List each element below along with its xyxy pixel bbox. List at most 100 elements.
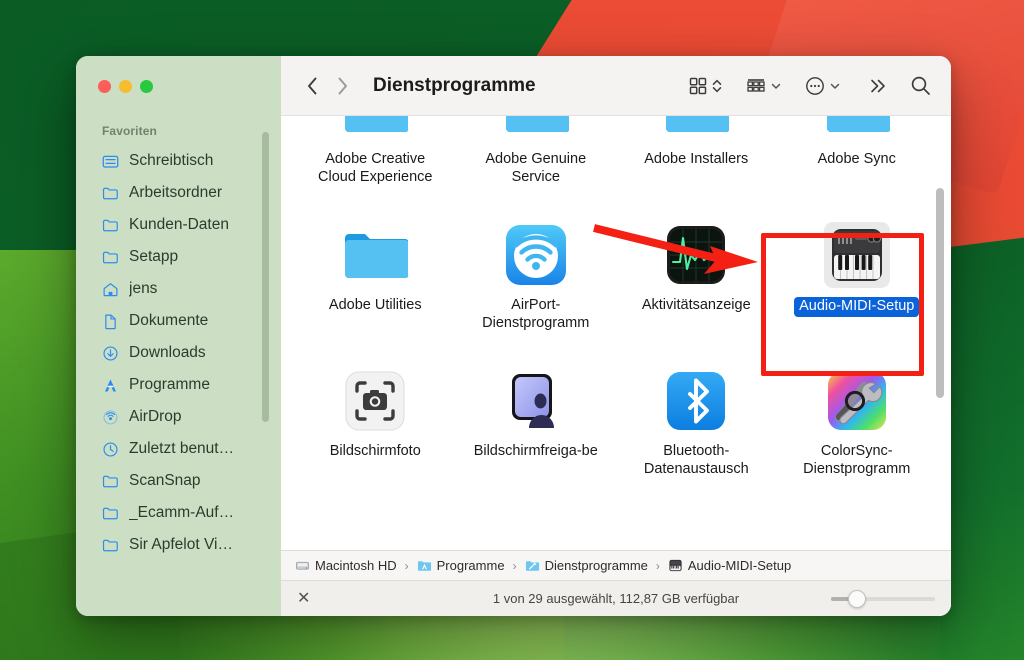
screen-sharing-icon <box>503 368 569 434</box>
window-controls <box>76 56 281 116</box>
minimize-window-button[interactable] <box>119 79 132 93</box>
folder-icon <box>503 116 570 142</box>
utilities-folder-icon <box>525 561 539 571</box>
sidebar-item-dokumente[interactable]: Dokumente <box>76 305 281 337</box>
file-item[interactable]: Bluetooth-Datenaustausch <box>616 360 777 506</box>
file-name-label: Adobe Installers <box>644 151 749 167</box>
finder-window: Favoriten Schreibtisch Arbeitsordner Kun… <box>76 56 951 616</box>
sidebar-item-arbeitsordner[interactable]: Arbeitsordner <box>76 177 281 209</box>
breadcrumb-item-macintosh-hd[interactable]: Macintosh HD <box>295 558 397 573</box>
file-name-label: Adobe Utilities <box>328 297 422 313</box>
chevron-down-icon[interactable] <box>770 76 782 96</box>
audio-midi-icon <box>669 559 682 572</box>
breadcrumb-item-dienstprogramme[interactable]: Dienstprogramme <box>525 558 648 573</box>
search-icon[interactable] <box>910 75 931 96</box>
file-item[interactable]: Aktivitätsanzeige <box>616 214 777 360</box>
sidebar-item-label: Sir Apfelot Vi… <box>129 536 233 553</box>
file-item[interactable]: Adobe Sync <box>777 116 938 214</box>
close-window-button[interactable] <box>98 79 111 93</box>
ellipsis-circle-icon[interactable] <box>804 75 826 97</box>
file-name-label: Adobe Sync <box>817 151 896 167</box>
sidebar-item-downloads[interactable]: Downloads <box>76 337 281 369</box>
sidebar-item-setapp[interactable]: Setapp <box>76 241 281 273</box>
more-actions-control[interactable] <box>804 75 841 97</box>
sidebar-item-label: Kunden-Daten <box>129 216 229 233</box>
close-tag-button[interactable]: ✕ <box>297 590 310 607</box>
file-name-label: Bluetooth-Datenaustausch <box>643 443 749 477</box>
toolbar: Dienstprogramme <box>281 56 951 116</box>
file-item[interactable]: Adobe Genuine Service <box>456 116 617 214</box>
sort-chevrons-icon[interactable] <box>711 76 723 96</box>
file-item-selected[interactable]: Audio-MIDI-Setup <box>777 214 938 360</box>
sidebar-item-sir-apfelot-vi[interactable]: Sir Apfelot Vi… <box>76 529 281 561</box>
activity-monitor-icon <box>663 222 729 288</box>
icon-size-slider[interactable] <box>831 589 935 608</box>
document-icon <box>105 314 116 329</box>
overflow-button[interactable] <box>863 71 893 101</box>
folder-icon <box>102 475 118 487</box>
file-item[interactable]: Bildschirmfoto <box>295 360 456 506</box>
sidebar-item-ecamm-auf[interactable]: _Ecamm-Auf… <box>76 497 281 529</box>
folder-icon <box>102 251 118 263</box>
file-name-label: Aktivitätsanzeige <box>641 297 751 313</box>
colorsync-icon <box>824 368 890 434</box>
file-name-label: ColorSync-Dienstprogramm <box>803 443 911 477</box>
group-view-control[interactable] <box>745 76 782 96</box>
chevron-down-icon[interactable] <box>829 76 841 96</box>
sidebar-item-label: Schreibtisch <box>129 152 214 169</box>
screenshot-icon <box>342 368 408 434</box>
sidebar-item-zuletzt-benutzt[interactable]: Zuletzt benut… <box>76 433 281 465</box>
file-item[interactable]: Adobe Creative Cloud Experience <box>295 116 456 214</box>
folder-icon <box>342 222 410 288</box>
clock-icon <box>103 441 118 457</box>
file-item[interactable]: Adobe Utilities <box>295 214 456 360</box>
sidebar: Favoriten Schreibtisch Arbeitsordner Kun… <box>76 56 281 616</box>
breadcrumb-label: Dienstprogramme <box>544 558 648 573</box>
sidebar-scrollbar[interactable] <box>262 132 269 422</box>
sidebar-item-airdrop[interactable]: AirDrop <box>76 401 281 433</box>
download-icon <box>103 345 118 361</box>
sidebar-item-label: ScanSnap <box>129 472 201 489</box>
maximize-window-button[interactable] <box>140 79 153 93</box>
sidebar-item-label: Zuletzt benut… <box>129 440 235 457</box>
breadcrumb-label: Audio-MIDI-Setup <box>687 558 792 573</box>
main-pane: Dienstprogramme Adobe Creative Cloud Exp… <box>281 56 951 616</box>
breadcrumb: Macintosh HD › Programme › Dienstprogram… <box>281 550 951 580</box>
forward-button[interactable] <box>327 71 357 101</box>
breadcrumb-item-programme[interactable]: Programme <box>417 558 505 573</box>
breadcrumb-item-audio-midi-setup[interactable]: Audio-MIDI-Setup <box>668 558 791 573</box>
sidebar-item-schreibtisch[interactable]: Schreibtisch <box>76 145 281 177</box>
breadcrumb-separator: › <box>404 558 409 573</box>
folder-icon <box>824 116 891 142</box>
sidebar-item-programme[interactable]: Programme <box>76 369 281 401</box>
file-grid-scrollbar[interactable] <box>936 188 944 398</box>
file-name-label: Adobe Creative Cloud Experience <box>318 151 433 185</box>
breadcrumb-label: Programme <box>436 558 505 573</box>
file-item[interactable]: Adobe Installers <box>616 116 777 214</box>
home-icon <box>103 282 118 296</box>
sidebar-item-label: jens <box>129 280 158 297</box>
airport-icon <box>503 222 569 288</box>
file-item[interactable]: AirPort-Dienstprogramm <box>456 214 617 360</box>
double-chevron-right-icon[interactable] <box>868 76 888 96</box>
file-name-label: Adobe Genuine Service <box>485 151 587 185</box>
folder-icon <box>342 116 410 142</box>
file-item[interactable]: Bildschirmfreiga-be <box>456 360 617 506</box>
sidebar-item-jens[interactable]: jens <box>76 273 281 305</box>
applications-folder-icon <box>417 561 431 571</box>
file-name-label: Audio-MIDI-Setup <box>794 297 920 317</box>
search-button[interactable] <box>905 71 935 101</box>
bluetooth-icon <box>663 368 729 434</box>
list-group-icon[interactable] <box>745 76 767 96</box>
breadcrumb-label: Macintosh HD <box>315 558 397 573</box>
file-name-label: Bildschirmfoto <box>329 443 421 459</box>
slider-knob[interactable] <box>848 589 866 608</box>
sidebar-item-label: Setapp <box>129 248 179 265</box>
view-mode-control[interactable] <box>688 76 723 96</box>
sidebar-item-kunden-daten[interactable]: Kunden-Daten <box>76 209 281 241</box>
grid-view-icon[interactable] <box>688 76 708 96</box>
folder-icon <box>663 116 731 142</box>
file-item[interactable]: ColorSync-Dienstprogramm <box>777 360 938 506</box>
back-button[interactable] <box>297 71 327 101</box>
sidebar-item-scansnap[interactable]: ScanSnap <box>76 465 281 497</box>
